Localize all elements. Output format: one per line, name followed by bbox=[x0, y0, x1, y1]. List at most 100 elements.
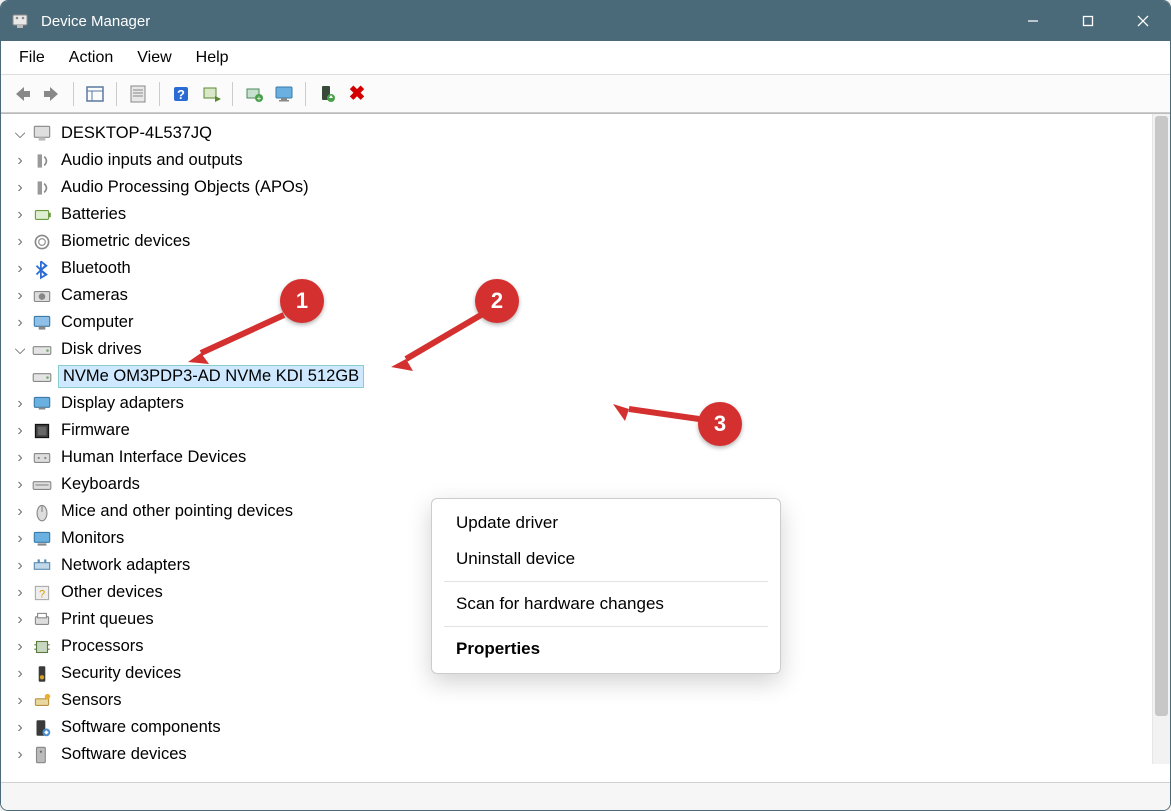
category-disk-drives[interactable]: Disk drives bbox=[11, 336, 1166, 363]
annotation-badge-1: 1 bbox=[280, 279, 324, 323]
chevron-down-icon[interactable] bbox=[11, 125, 29, 143]
window-controls bbox=[1005, 1, 1170, 41]
x-icon: ✖ bbox=[349, 81, 366, 106]
ctx-properties[interactable]: Properties bbox=[432, 631, 780, 667]
chevron-right-icon[interactable] bbox=[11, 287, 29, 305]
category-icon bbox=[31, 285, 53, 307]
device-manager-window: Device Manager File Action View Help bbox=[0, 0, 1171, 811]
chevron-right-icon[interactable] bbox=[11, 449, 29, 467]
category-icon bbox=[31, 717, 53, 739]
chevron-right-icon[interactable] bbox=[11, 665, 29, 683]
annotation-badge-3: 3 bbox=[698, 402, 742, 446]
category-icon bbox=[31, 447, 53, 469]
category-label: Computer bbox=[59, 312, 135, 333]
category-icon bbox=[31, 501, 53, 523]
category-node[interactable]: Sensors bbox=[11, 687, 1166, 714]
maximize-button[interactable] bbox=[1060, 1, 1115, 41]
window-title: Device Manager bbox=[41, 13, 1005, 30]
update-driver-button[interactable]: + bbox=[239, 80, 269, 108]
svg-text:?: ? bbox=[177, 87, 185, 102]
chevron-right-icon[interactable] bbox=[11, 584, 29, 602]
chevron-right-icon[interactable] bbox=[11, 530, 29, 548]
category-node[interactable]: Human Interface Devices bbox=[11, 444, 1166, 471]
category-icon bbox=[31, 663, 53, 685]
chevron-right-icon[interactable] bbox=[11, 746, 29, 764]
minimize-button[interactable] bbox=[1005, 1, 1060, 41]
category-node[interactable]: Display adapters bbox=[11, 390, 1166, 417]
menu-view[interactable]: View bbox=[125, 45, 183, 71]
help-button[interactable]: ? bbox=[166, 80, 196, 108]
ctx-update-driver[interactable]: Update driver bbox=[432, 505, 780, 541]
close-button[interactable] bbox=[1115, 1, 1170, 41]
menu-help[interactable]: Help bbox=[184, 45, 241, 71]
annotation-badge-2: 2 bbox=[475, 279, 519, 323]
chevron-right-icon[interactable] bbox=[11, 692, 29, 710]
category-node[interactable]: Biometric devices bbox=[11, 228, 1166, 255]
titlebar: Device Manager bbox=[1, 1, 1170, 41]
category-node[interactable]: Keyboards bbox=[11, 471, 1166, 498]
chevron-right-icon[interactable] bbox=[11, 314, 29, 332]
enable-device-button[interactable] bbox=[312, 80, 342, 108]
root-label: DESKTOP-4L537JQ bbox=[59, 123, 214, 144]
category-node[interactable]: Audio Processing Objects (APOs) bbox=[11, 174, 1166, 201]
forward-button[interactable] bbox=[37, 80, 67, 108]
category-icon bbox=[31, 528, 53, 550]
menu-action[interactable]: Action bbox=[57, 45, 125, 71]
category-node[interactable]: Batteries bbox=[11, 201, 1166, 228]
monitor-button[interactable] bbox=[269, 80, 299, 108]
ctx-uninstall-device[interactable]: Uninstall device bbox=[432, 541, 780, 577]
chevron-right-icon[interactable] bbox=[11, 206, 29, 224]
category-icon bbox=[31, 636, 53, 658]
chevron-right-icon[interactable] bbox=[11, 638, 29, 656]
root-node[interactable]: DESKTOP-4L537JQ bbox=[11, 120, 1166, 147]
chevron-right-icon[interactable] bbox=[11, 557, 29, 575]
category-node[interactable]: Audio inputs and outputs bbox=[11, 147, 1166, 174]
chevron-right-icon[interactable] bbox=[11, 611, 29, 629]
scroll-thumb[interactable] bbox=[1155, 116, 1168, 716]
menubar: File Action View Help bbox=[1, 41, 1170, 75]
menu-file[interactable]: File bbox=[7, 45, 57, 71]
device-nvme[interactable]: NVMe OM3PDP3-AD NVMe KDI 512GB bbox=[11, 363, 1166, 390]
category-node[interactable]: Computer bbox=[11, 309, 1166, 336]
category-node[interactable]: Software components bbox=[11, 714, 1166, 741]
category-icon bbox=[31, 744, 53, 766]
category-node[interactable]: Firmware bbox=[11, 417, 1166, 444]
chevron-right-icon[interactable] bbox=[11, 395, 29, 413]
category-node[interactable]: Cameras bbox=[11, 282, 1166, 309]
category-node[interactable]: Bluetooth bbox=[11, 255, 1166, 282]
toolbar: ? + ✖ bbox=[1, 75, 1170, 113]
chevron-right-icon[interactable] bbox=[11, 422, 29, 440]
context-separator bbox=[444, 581, 768, 582]
chevron-right-icon[interactable] bbox=[11, 503, 29, 521]
show-hide-console-button[interactable] bbox=[80, 80, 110, 108]
chevron-down-icon[interactable] bbox=[11, 341, 29, 359]
chevron-right-icon[interactable] bbox=[11, 476, 29, 494]
back-button[interactable] bbox=[7, 80, 37, 108]
ctx-scan-changes[interactable]: Scan for hardware changes bbox=[432, 586, 780, 622]
category-label: Security devices bbox=[59, 663, 183, 684]
chevron-right-icon[interactable] bbox=[11, 152, 29, 170]
category-icon bbox=[31, 177, 53, 199]
category-label: Audio inputs and outputs bbox=[59, 150, 245, 171]
properties-button[interactable] bbox=[123, 80, 153, 108]
category-label: Firmware bbox=[59, 420, 132, 441]
chevron-right-icon[interactable] bbox=[11, 179, 29, 197]
category-label: Software devices bbox=[59, 744, 189, 765]
svg-text:+: + bbox=[257, 94, 262, 103]
category-label: Mice and other pointing devices bbox=[59, 501, 295, 522]
category-icon bbox=[31, 231, 53, 253]
chevron-right-icon[interactable] bbox=[11, 719, 29, 737]
category-label: Batteries bbox=[59, 204, 128, 225]
scan-hardware-button[interactable] bbox=[196, 80, 226, 108]
category-node[interactable]: Software devices bbox=[11, 741, 1166, 768]
app-icon bbox=[11, 11, 31, 31]
vertical-scrollbar[interactable] bbox=[1152, 114, 1170, 764]
device-tree[interactable]: DESKTOP-4L537JQ Audio inputs and outputs… bbox=[1, 114, 1170, 782]
chevron-right-icon[interactable] bbox=[11, 233, 29, 251]
category-icon bbox=[31, 393, 53, 415]
chevron-right-icon[interactable] bbox=[11, 260, 29, 278]
category-label: Other devices bbox=[59, 582, 165, 603]
category-label: Processors bbox=[59, 636, 146, 657]
category-icon bbox=[31, 609, 53, 631]
uninstall-device-button[interactable]: ✖ bbox=[342, 80, 372, 108]
